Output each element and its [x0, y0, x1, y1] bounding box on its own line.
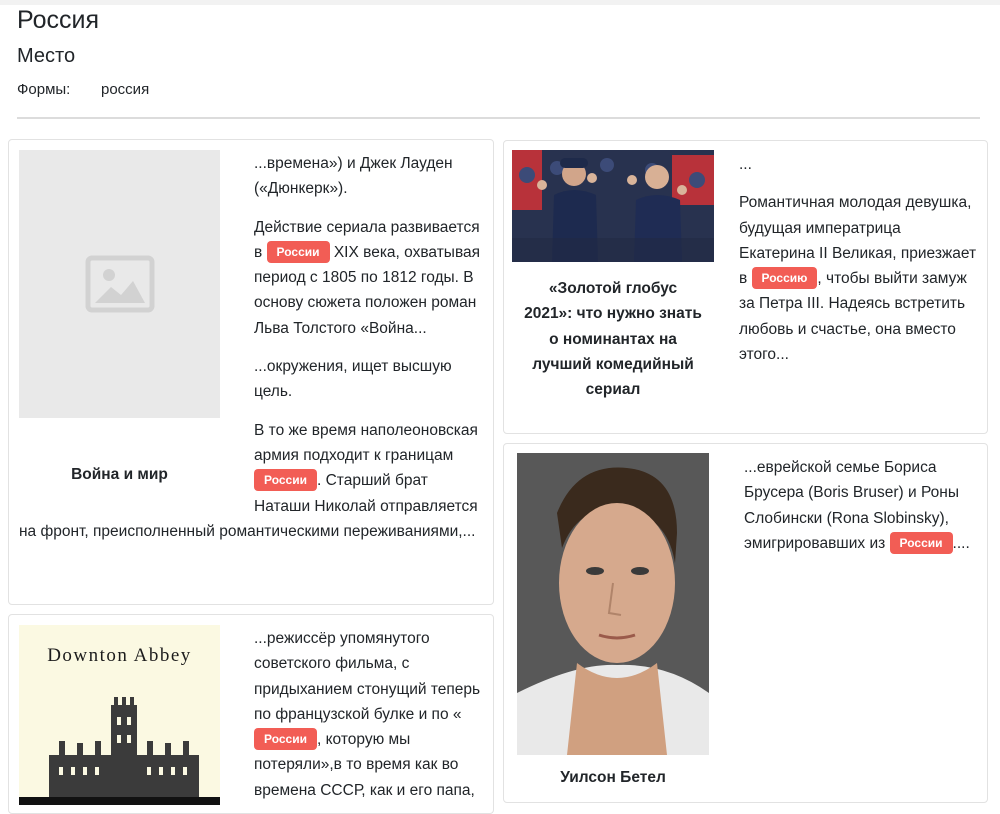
portrait-photo [517, 453, 709, 755]
forms-row: Формы: россия [17, 80, 149, 100]
tag-badge[interactable]: России [889, 531, 953, 554]
card-war-and-peace[interactable]: Война и мир ...времена») и Джек Лауден (… [8, 139, 494, 605]
tag-badge[interactable]: России [254, 728, 317, 751]
card-title[interactable]: Уилсон Бетел [517, 765, 709, 790]
castle-drawing [19, 697, 220, 805]
tag-badge[interactable]: России [254, 469, 317, 492]
page-title: Россия [17, 6, 99, 34]
tag-badge[interactable]: России [266, 240, 330, 263]
divider [17, 117, 980, 119]
card-media[interactable]: Война и мир [19, 150, 238, 487]
forms-value: россия [101, 81, 150, 98]
card-wilson-bethel[interactable]: Уилсон Бетел ...еврейской семье Бориса Б… [503, 443, 988, 803]
image-placeholder[interactable] [19, 150, 220, 418]
news-image[interactable] [512, 150, 714, 262]
card-title[interactable]: «Золотой глобус 2021»: что нужно знать о… [512, 276, 714, 402]
top-bar [0, 0, 1000, 5]
poster-image[interactable]: Downton Abbey [19, 625, 220, 805]
card-golden-globe[interactable]: «Золотой глобус 2021»: что нужно знать о… [503, 140, 988, 434]
person-photo[interactable] [517, 453, 709, 755]
card-media[interactable]: «Золотой глобус 2021»: что нужно знать о… [512, 150, 731, 402]
news-photo [512, 150, 714, 262]
tag-badge[interactable]: Россию [751, 267, 818, 290]
card-title[interactable]: Война и мир [19, 462, 220, 487]
card-downton-abbey[interactable]: Downton Abbey ...режиссёр упомянутого со… [8, 614, 494, 814]
card-media[interactable]: Downton Abbey [19, 625, 238, 805]
image-placeholder-icon [85, 255, 154, 313]
card-media[interactable]: Уилсон Бетел [517, 453, 736, 790]
entity-type: Место [17, 45, 76, 67]
forms-label: Формы: [17, 81, 71, 98]
